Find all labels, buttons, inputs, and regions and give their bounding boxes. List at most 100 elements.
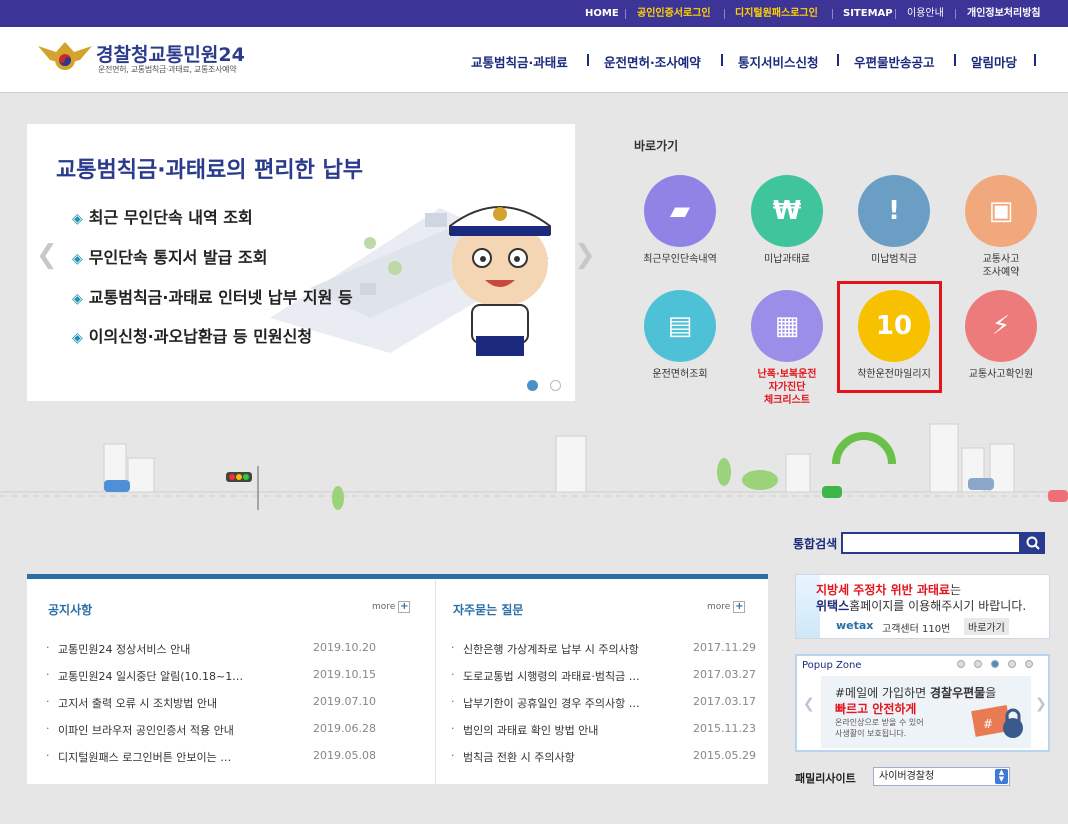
site-logo-title[interactable]: 경찰청교통민원24 [96,40,245,67]
list-item-title[interactable]: 납부기한이 공휴일인 경우 주의사항 … [463,695,640,711]
banner-item-text: 교통범칙금·과태료 인터넷 납부 지원 등 [88,288,353,307]
cert-login-link[interactable]: 공인인증서로그인 [637,7,711,21]
list-item[interactable]: · 디지털원패스 로그인버튼 안보이는 … 2019.05.08 [46,749,376,765]
banner-prev-icon[interactable]: ❮ [36,240,58,270]
gnb-notice[interactable]: 알림마당 [971,52,1017,71]
divider [955,9,956,19]
popup-card[interactable]: #메일에 가입하면 경찰우편물을 빠르고 안전하게 온라인상으로 받을 수 있어… [821,676,1031,748]
banner-item-text: 무인단속 통지서 발급 조회 [88,248,268,267]
family-site-select[interactable]: 사이버경찰청 ▲ ▼ [873,767,1010,786]
family-site-label: 패밀리사이트 [795,772,856,785]
quick-item-label[interactable]: 운전면허조회 [625,368,735,381]
popup-page-dot[interactable] [957,660,965,668]
popup-page-dot[interactable] [974,660,982,668]
list-item[interactable]: · 도로교통법 시행령의 과태료·범칙금 … 2017.03.27 [451,668,756,684]
popup-text: 경찰우편물 [929,686,986,700]
faq-title[interactable]: 자주묻는 질문 [453,601,523,618]
quick-item-8-button[interactable]: ⚡ [965,290,1037,362]
list-item[interactable]: · 교통민원24 정상서비스 안내 2019.10.20 [46,641,376,657]
diamond-bullet-icon: ◈ [72,291,83,307]
gnb-notification[interactable]: 통지서비스신청 [738,52,819,71]
quick-item-label[interactable]: 최근무인단속내역 [625,253,735,266]
search-input[interactable] [841,532,1021,554]
popup-page-dot[interactable] [1025,660,1033,668]
gnb-returned-mail[interactable]: 우편물반송공고 [854,52,935,71]
list-item-title[interactable]: 법인의 과태료 확인 방법 안내 [463,722,598,738]
popup-page-dot-active[interactable] [991,660,999,668]
list-item[interactable]: · 범칙금 전환 시 주의사항 2015.05.29 [451,749,756,765]
quick-item-label[interactable]: 미납과태료 [732,253,842,266]
wetax-line2: 위택스홈페이지를 이용해주시기 바랍니다. [816,597,1026,614]
list-item[interactable]: · 이파인 브라우저 공인인증서 적용 안내 2019.06.28 [46,722,376,738]
quick-item-1-button[interactable]: ▰ [644,175,716,247]
popup-next-icon[interactable]: ❯ [1035,696,1047,712]
quick-item-label[interactable]: 미납범칙금 [839,253,949,266]
faq-more-button[interactable]: more + [707,601,746,613]
diamond-bullet-icon: ◈ [72,330,83,346]
list-item-title[interactable]: 교통민원24 정상서비스 안내 [58,641,190,657]
plus-icon: + [398,601,411,613]
monitor-icon: ▣ [988,196,1014,226]
list-item[interactable]: · 교통민원24 일시중단 알림(10.18~1… 2019.10.15 [46,668,376,684]
divider [721,54,723,66]
list-item-title[interactable]: 신한은행 가상계좌로 납부 시 주의사항 [463,641,639,657]
gnb-license[interactable]: 운전면허·조사예약 [604,52,701,71]
quick-item-5-button[interactable]: ▤ [644,290,716,362]
bullet-icon: · [451,749,455,762]
guide-link[interactable]: 이용안내 [907,7,944,21]
divider [625,9,626,19]
bullet-icon: · [46,722,50,735]
wetax-callcenter: 고객센터 110번 [882,624,951,635]
banner-next-icon[interactable]: ❯ [574,240,596,270]
sitemap-link[interactable]: SITEMAP [843,7,893,21]
list-item-title[interactable]: 이파인 브라우저 공인인증서 적용 안내 [58,722,234,738]
home-link[interactable]: HOME [585,7,619,21]
digital-pass-login-link[interactable]: 디지털원패스로그인 [735,7,818,21]
notice-title[interactable]: 공지사항 [48,601,92,618]
popup-text: 에 가입하면 [867,686,930,700]
list-item-title[interactable]: 고지서 출력 오류 시 조치방법 안내 [58,695,217,711]
popup-page-dot[interactable] [1008,660,1016,668]
quick-item-2-button[interactable]: ₩ [751,175,823,247]
divider [435,580,436,784]
banner-page-dot-active[interactable] [527,380,538,391]
list-item-date: 2017.11.29 [693,641,756,654]
list-item-title[interactable]: 디지털원패스 로그인버튼 안보이는 … [58,749,231,765]
list-item[interactable]: · 법인의 과태료 확인 방법 안내 2015.11.23 [451,722,756,738]
notice-more-button[interactable]: more + [372,601,411,613]
list-item-date: 2017.03.27 [693,668,756,681]
money-icon: ₩ [772,196,802,226]
quick-item-label[interactable]: 교통사고 조사예약 [946,253,1056,279]
popup-zone: Popup Zone #메일에 가입하면 경찰우편물을 빠르고 안전하게 온라인… [795,654,1050,752]
popup-line3: 온라인상으로 받을 수 있어 [835,718,924,727]
privacy-policy-link[interactable]: 개인정보처리방침 [967,7,1041,21]
divider [724,9,725,19]
list-item-title[interactable]: 도로교통법 시행령의 과태료·범칙금 … [463,668,640,684]
quick-item-label[interactable]: 난폭·보복운전 자가진단 체크리스트 [732,368,842,407]
list-item[interactable]: · 납부기한이 공휴일인 경우 주의사항 … 2017.03.17 [451,695,756,711]
search-button[interactable] [1021,532,1045,554]
list-item[interactable]: · 고지서 출력 오류 시 조치방법 안내 2019.07.10 [46,695,376,711]
quick-item-6-button[interactable]: ▦ [751,290,823,362]
quick-item-4-button[interactable]: ▣ [965,175,1037,247]
popup-text: 을 [985,686,997,700]
divider [954,54,956,66]
list-item[interactable]: · 신한은행 가상계좌로 납부 시 주의사항 2017.11.29 [451,641,756,657]
quick-item-3-button[interactable]: ! [858,175,930,247]
wetax-banner[interactable]: 지방세 주정차 위반 과태료는 위택스홈페이지를 이용해주시기 바랍니다. we… [795,574,1050,639]
diamond-bullet-icon: ◈ [72,251,83,267]
quick-item-label[interactable]: 교통사고확인원 [946,368,1056,381]
banner-page-dot[interactable] [550,380,561,391]
list-item-title[interactable]: 범칙금 전환 시 주의사항 [463,749,575,765]
wetax-go-button[interactable]: 바로가기 [964,618,1009,635]
family-site-selected: 사이버경찰청 [879,771,935,782]
police-emblem-icon[interactable] [36,38,94,74]
list-item-date: 2019.07.10 [313,695,376,708]
popup-line4: 사생활이 보호됩니다. [835,729,907,738]
divider [1034,54,1036,66]
lock-icon: # [971,705,1023,738]
gnb-fines[interactable]: 교통범칙금·과태료 [471,52,568,71]
wetax-line1: 지방세 주정차 위반 과태료는 [816,581,961,598]
list-item-title[interactable]: 교통민원24 일시중단 알림(10.18~1… [58,668,243,684]
popup-prev-icon[interactable]: ❮ [803,696,815,712]
